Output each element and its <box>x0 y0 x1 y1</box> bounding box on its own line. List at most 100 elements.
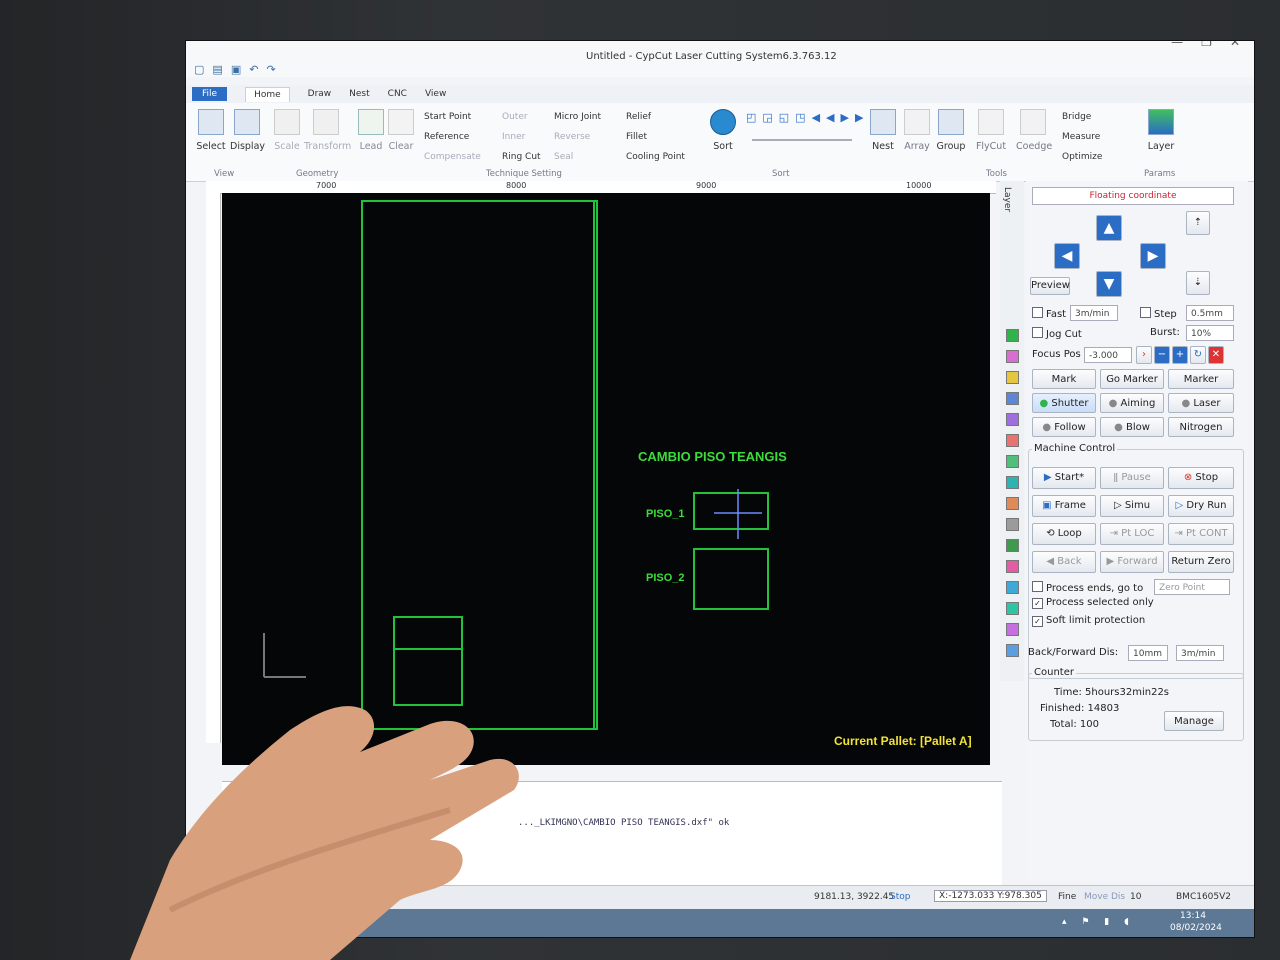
shutter-button[interactable]: ● Shutter <box>1032 393 1096 413</box>
back-button[interactable]: ◀ Back <box>1032 551 1096 573</box>
undo-icon[interactable]: ↶ <box>249 63 258 76</box>
dry-run-button[interactable]: ▷ Dry Run <box>1168 495 1234 517</box>
display-tool[interactable]: Display <box>230 109 265 152</box>
reference-button[interactable]: Reference <box>424 127 481 147</box>
bf-speed-select[interactable]: 3m/min <box>1176 645 1224 661</box>
layer-swatch[interactable] <box>1006 644 1019 657</box>
layer-swatch[interactable] <box>1006 539 1019 552</box>
z-down-button[interactable]: ⇣ <box>1186 271 1210 295</box>
tray-icons[interactable]: ▴ ⚑ ▮ ◖ <box>1062 917 1135 927</box>
optimize-button[interactable]: Optimize <box>1062 147 1102 167</box>
go-marker-button[interactable]: Go Marker <box>1100 369 1164 389</box>
jog-down-button[interactable]: ▼ <box>1096 271 1122 297</box>
step-checkbox[interactable]: Step <box>1140 307 1177 320</box>
stop-button[interactable]: ⊗ Stop <box>1168 467 1234 489</box>
array-button[interactable]: Array <box>900 109 934 152</box>
seal-button[interactable]: Seal <box>554 147 601 167</box>
close-button[interactable]: ✕ <box>1230 41 1240 49</box>
layer-swatch[interactable] <box>1006 455 1019 468</box>
mark-button[interactable]: Mark <box>1032 369 1096 389</box>
process-ends-checkbox[interactable]: Process ends, go to <box>1032 581 1143 594</box>
layer-swatch[interactable] <box>1006 329 1019 342</box>
pt-cont-button[interactable]: ⇥ Pt CONT <box>1168 523 1234 545</box>
sort-button[interactable]: Sort <box>706 109 740 152</box>
focus-plus-button[interactable]: + <box>1172 346 1188 364</box>
bf-distance-select[interactable]: 10mm <box>1128 645 1168 661</box>
laser-button[interactable]: ● Laser <box>1168 393 1234 413</box>
focus-pos-select[interactable]: -3.000 <box>1084 347 1132 363</box>
sort-slider[interactable] <box>752 139 852 141</box>
frame-button[interactable]: ▣ Frame <box>1032 495 1096 517</box>
new-file-icon[interactable]: ▢ <box>194 63 204 76</box>
focus-run-button[interactable]: › <box>1136 346 1152 364</box>
follow-button[interactable]: ● Follow <box>1032 417 1096 437</box>
nest-button[interactable]: Nest <box>866 109 900 152</box>
tab-cnc[interactable]: CNC <box>388 89 407 99</box>
scale-tool[interactable]: Scale <box>270 109 304 152</box>
layer-swatch[interactable] <box>1006 581 1019 594</box>
preview-button[interactable]: Preview <box>1030 277 1070 295</box>
ring-cut-button[interactable]: Ring Cut <box>502 147 541 167</box>
move-dis-value[interactable]: 10 <box>1130 892 1141 902</box>
layer-swatch[interactable] <box>1006 560 1019 573</box>
return-zero-button[interactable]: Return Zero <box>1168 551 1234 573</box>
start-button[interactable]: ▶ Start* <box>1032 467 1096 489</box>
redo-icon[interactable]: ↷ <box>266 63 275 76</box>
layer-swatch[interactable] <box>1006 371 1019 384</box>
jog-cut-checkbox[interactable]: Jog Cut <box>1032 327 1082 340</box>
aiming-button[interactable]: ● Aiming <box>1100 393 1164 413</box>
drawing-canvas[interactable]: CAMBIO PISO TEANGIS PISO_1 PISO_2 Curren… <box>222 193 990 765</box>
bridge-button[interactable]: Bridge <box>1062 107 1102 127</box>
layer-button[interactable]: Layer <box>1144 109 1178 152</box>
fast-checkbox[interactable]: Fast <box>1032 307 1066 320</box>
layer-swatch[interactable] <box>1006 434 1019 447</box>
lead-tool[interactable]: Lead <box>354 109 388 152</box>
jog-left-button[interactable]: ◀ <box>1054 243 1080 269</box>
pause-button[interactable]: ǁ Pause <box>1100 467 1164 489</box>
coordinate-mode-select[interactable]: Floating coordinate <box>1032 187 1234 205</box>
focus-cancel-button[interactable]: ✕ <box>1208 346 1224 364</box>
jog-up-button[interactable]: ▲ <box>1096 215 1122 241</box>
layer-swatch[interactable] <box>1006 602 1019 615</box>
loop-button[interactable]: ⟲ Loop <box>1032 523 1096 545</box>
layer-swatch[interactable] <box>1006 623 1019 636</box>
save-icon[interactable]: ▣ <box>231 63 241 76</box>
start-point-button[interactable]: Start Point <box>424 107 481 127</box>
reverse-button[interactable]: Reverse <box>554 127 601 147</box>
tab-home[interactable]: Home <box>245 86 290 102</box>
maximize-button[interactable]: ❐ <box>1201 41 1212 49</box>
relief-button[interactable]: Relief <box>626 107 685 127</box>
zero-point-select[interactable]: Zero Point <box>1154 579 1230 595</box>
sort-prev-icon[interactable]: ◀◀ <box>812 111 841 124</box>
clear-tool[interactable]: Clear <box>384 109 418 152</box>
sort-tool-icon[interactable]: ◰◲◱◳ <box>746 111 812 124</box>
jog-right-button[interactable]: ▶ <box>1140 243 1166 269</box>
measure-button[interactable]: Measure <box>1062 127 1102 147</box>
tab-view[interactable]: View <box>425 89 446 99</box>
z-up-button[interactable]: ⇡ <box>1186 211 1210 235</box>
layer-swatch[interactable] <box>1006 413 1019 426</box>
manage-button[interactable]: Manage <box>1164 711 1224 731</box>
cooling-point-button[interactable]: Cooling Point <box>626 147 685 167</box>
transform-tool[interactable]: Transform <box>304 109 351 152</box>
nitrogen-dropdown[interactable]: Nitrogen <box>1168 417 1234 437</box>
forward-button[interactable]: ▶ Forward <box>1100 551 1164 573</box>
open-folder-icon[interactable]: ▤ <box>212 63 222 76</box>
tab-draw[interactable]: Draw <box>308 89 332 99</box>
burst-select[interactable]: 10% <box>1186 325 1234 341</box>
marker-dropdown[interactable]: Marker <box>1168 369 1234 389</box>
step-value-select[interactable]: 0.5mm <box>1186 305 1234 321</box>
outer-button[interactable]: Outer <box>502 107 541 127</box>
layer-swatch[interactable] <box>1006 392 1019 405</box>
blow-button[interactable]: ● Blow <box>1100 417 1164 437</box>
focus-refresh-button[interactable]: ↻ <box>1190 346 1206 364</box>
flycut-button[interactable]: FlyCut <box>974 109 1008 152</box>
inner-button[interactable]: Inner <box>502 127 541 147</box>
file-menu[interactable]: File <box>192 87 228 101</box>
simu-button[interactable]: ▷ Simu <box>1100 495 1164 517</box>
fillet-button[interactable]: Fillet <box>626 127 685 147</box>
micro-joint-button[interactable]: Micro Joint <box>554 107 601 127</box>
coedge-button[interactable]: Coedge <box>1016 109 1052 152</box>
minimize-button[interactable]: — <box>1171 41 1183 49</box>
layer-swatch[interactable] <box>1006 497 1019 510</box>
